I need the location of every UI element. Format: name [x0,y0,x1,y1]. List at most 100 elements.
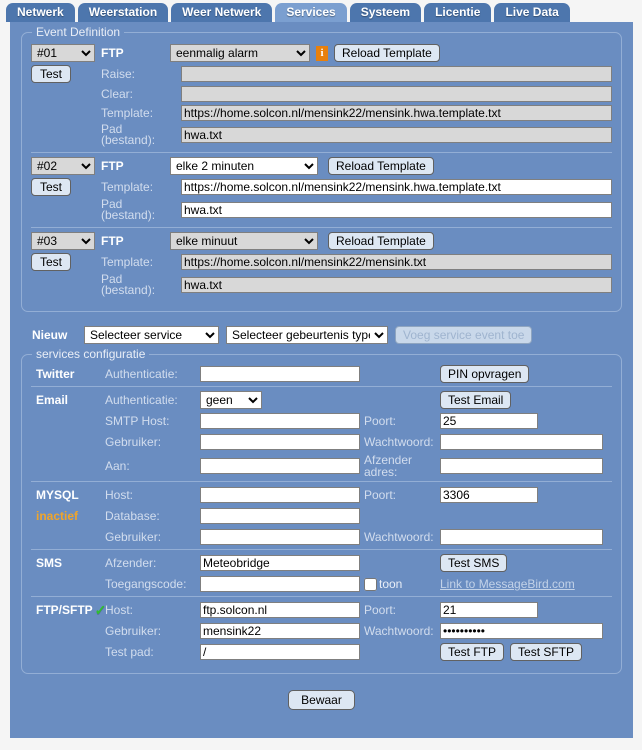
field-input-pad-03[interactable] [181,277,612,293]
event-definition-legend: Event Definition [32,25,124,39]
twitter-auth-row: Twitter Authenticatie: PIN opvragen [31,365,612,383]
test-sftp-button[interactable]: Test SFTP [510,643,582,661]
label-sms-code: Toegangscode: [105,578,200,590]
email-port-input[interactable] [440,413,538,429]
twitter-auth-input[interactable] [200,366,360,382]
test-button-cell-03: Test [31,253,101,271]
email-auth-select[interactable]: geen [200,391,262,409]
add-service-event-button[interactable]: Voeg service event toe [395,326,532,344]
reload-template-button-03[interactable]: Reload Template [328,232,434,250]
event-trigger-select-02[interactable]: elke 2 minuten [170,157,318,175]
tab-netwerk[interactable]: Netwerk [6,3,75,22]
field-input-template-02[interactable] [181,179,612,195]
ftp-testpath-input[interactable] [200,644,360,660]
field-input-template-03[interactable] [181,254,612,270]
new-event-type-select[interactable]: Selecteer gebeurtenis type [226,326,388,344]
test-button-02[interactable]: Test [31,178,71,196]
event-field-row: Pad(bestand): [31,199,612,221]
event-trigger-select-03[interactable]: elke minuut [170,232,318,250]
email-from-input[interactable] [440,458,603,474]
show-code-label: toon [379,577,402,591]
tab-systeem[interactable]: Systeem [350,3,421,22]
tab-live-data[interactable]: Live Data [494,3,569,22]
field-label-template: Template: [101,107,181,119]
email-user-row: Gebruiker: Wachtwoord: [31,433,612,451]
smtp-host-input[interactable] [200,413,360,429]
settings-panel: Event Definition #01 FTP eenmalig alarm … [10,22,633,738]
sms-code-row: Toegangscode: toon Link to MessageBird.c… [31,575,612,593]
mysql-password-input[interactable] [440,529,603,545]
mysql-user-input[interactable] [200,529,360,545]
event-field-row: Pad(bestand): [31,274,612,296]
sms-sender-input[interactable] [200,555,360,571]
label-smtp-host: SMTP Host: [105,415,200,427]
mysql-database-row: inactief Database: [31,507,612,525]
ftp-port-input[interactable] [440,602,538,618]
service-name-ftp-label: FTP/SFTP [36,603,93,617]
tab-weerstation[interactable]: Weerstation [78,3,168,22]
test-button-03[interactable]: Test [31,253,71,271]
event-block-02: #02 FTP elke 2 minuten Reload Template T… [31,152,612,227]
new-label: Nieuw [32,328,84,342]
field-input-clear[interactable] [181,86,612,102]
label-ftp-port: Poort: [360,604,440,616]
event-header-row: #01 FTP eenmalig alarm i Reload Template [31,44,612,62]
label-email-port: Poort: [360,415,440,427]
event-field-row: Test Template: [31,253,612,271]
show-code-checkbox-wrap[interactable]: toon [360,577,440,591]
tab-services[interactable]: Services [275,3,346,22]
mysql-host-input[interactable] [200,487,360,503]
event-block-03: #03 FTP elke minuut Reload Template Test… [31,227,612,302]
messagebird-link[interactable]: Link to MessageBird.com [440,577,575,591]
sms-code-input[interactable] [200,576,360,592]
show-code-checkbox[interactable] [364,578,377,591]
ftp-host-input[interactable] [200,602,360,618]
ftp-password-input[interactable] [440,623,603,639]
info-icon[interactable]: i [316,46,328,61]
mysql-user-row: Gebruiker: Wachtwoord: [31,528,612,546]
event-index-select-01[interactable]: #01 [31,44,95,62]
email-auth-row: Email Authenticatie: geen Test Email [31,391,612,409]
reload-template-button-01[interactable]: Reload Template [334,44,440,62]
event-field-row: Clear: [31,86,612,102]
reload-template-button-02[interactable]: Reload Template [328,157,434,175]
event-trigger-select-01[interactable]: eenmalig alarm [170,44,310,62]
service-name-email: Email [31,393,105,407]
email-password-input[interactable] [440,434,603,450]
event-block-01: #01 FTP eenmalig alarm i Reload Template… [31,43,612,152]
label-mysql-host: Host: [105,489,200,501]
tab-weer-netwerk[interactable]: Weer Netwerk [171,3,272,22]
email-user-input[interactable] [200,434,360,450]
new-service-select[interactable]: Selecteer service [84,326,219,344]
field-input-template-01[interactable] [181,105,612,121]
mysql-database-input[interactable] [200,508,360,524]
event-index-select-03[interactable]: #03 [31,232,95,250]
service-name-sms: SMS [31,556,105,570]
label-email-to: Aan: [105,460,200,472]
tab-licentie[interactable]: Licentie [424,3,491,22]
field-input-raise[interactable] [181,66,612,82]
test-email-button[interactable]: Test Email [440,391,511,409]
sms-sender-row: SMS Afzender: Test SMS [31,554,612,572]
ftp-user-input[interactable] [200,623,360,639]
twitter-section: Twitter Authenticatie: PIN opvragen [31,363,612,383]
label-email-auth: Authenticatie: [105,394,200,406]
email-to-input[interactable] [200,458,360,474]
field-input-pad-02[interactable] [181,202,612,218]
event-definition-fieldset: Event Definition #01 FTP eenmalig alarm … [21,32,622,312]
event-header-row: #02 FTP elke 2 minuten Reload Template [31,157,612,175]
field-label-clear: Clear: [101,88,181,100]
save-button[interactable]: Bewaar [288,690,355,710]
label-sms-sender: Afzender: [105,557,200,569]
event-index-select-02[interactable]: #02 [31,157,95,175]
save-button-wrap: Bewaar [10,690,633,710]
mysql-port-input[interactable] [440,487,538,503]
event-header-row: #03 FTP elke minuut Reload Template [31,232,612,250]
pin-request-button[interactable]: PIN opvragen [440,365,529,383]
test-button-01[interactable]: Test [31,65,71,83]
sms-section: SMS Afzender: Test SMS Toegangscode: too… [31,549,612,593]
field-label-raise: Raise: [101,68,181,80]
test-sms-button[interactable]: Test SMS [440,554,507,572]
field-input-pad-01[interactable] [181,127,612,143]
test-ftp-button[interactable]: Test FTP [440,643,504,661]
